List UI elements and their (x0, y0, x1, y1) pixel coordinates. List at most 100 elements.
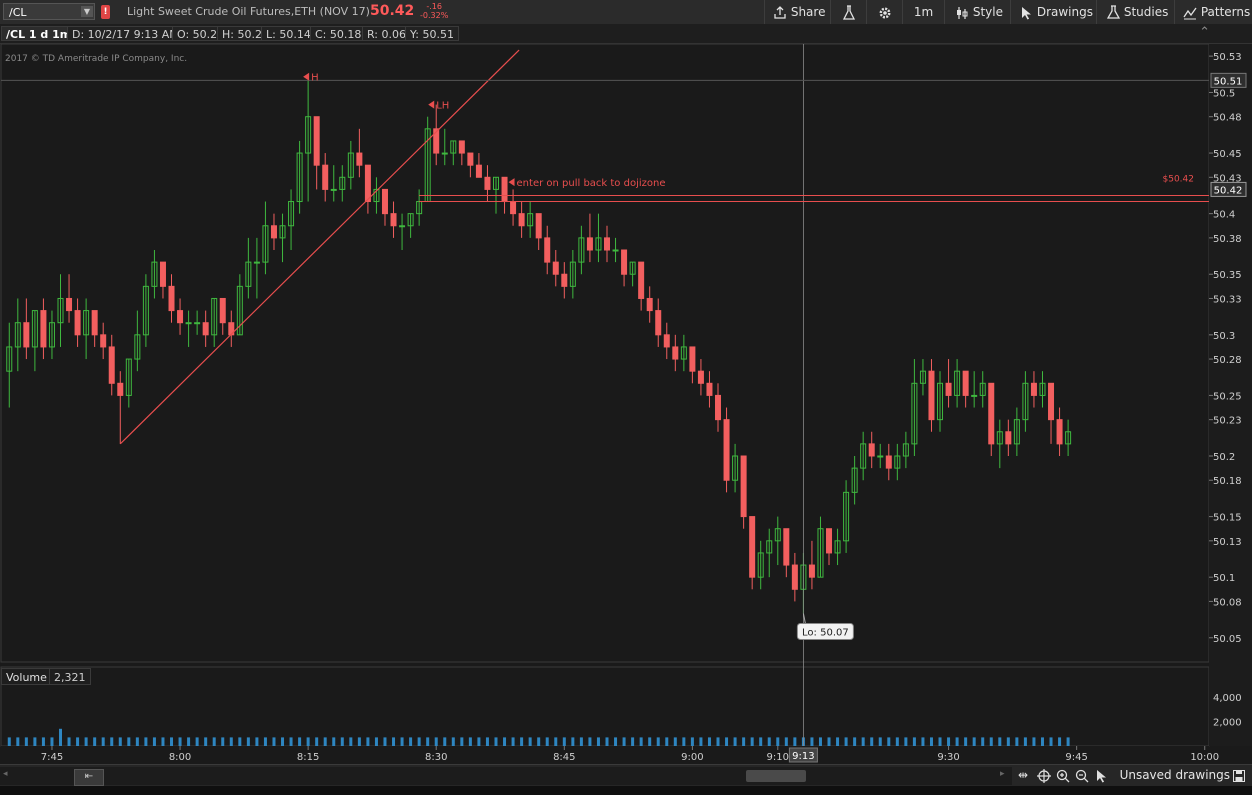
candle-body (945, 382, 952, 396)
price-tick-label: 50.15 (1213, 513, 1242, 524)
volume-bar (1058, 737, 1062, 746)
price-tick-label: 50.28 (1213, 355, 1242, 366)
crosshair-time-label: 9:13 (792, 751, 814, 762)
y-readout: Y: 50.51 (405, 26, 459, 41)
symbol-input[interactable]: /CL ▼ (3, 3, 95, 20)
volume-bar (912, 737, 916, 746)
cursor-icon (1022, 6, 1031, 19)
volume-bar (596, 737, 600, 746)
high-marker-label: H (311, 73, 319, 84)
flask-icon (1106, 5, 1121, 19)
candle-body (467, 152, 474, 166)
volume-bar (118, 737, 122, 746)
time-tick-label: 8:15 (297, 752, 319, 763)
candle-body (194, 322, 201, 325)
drawings-button[interactable]: Drawings (1010, 0, 1096, 24)
candle-body (159, 261, 166, 287)
time-scrollbar[interactable]: ◂ ⇤ ▸ (0, 767, 1012, 786)
volume-bar (33, 737, 37, 746)
scroll-left-icon[interactable]: ◂ (3, 769, 8, 779)
volume-bar (972, 737, 976, 746)
volume-tick-label: 2,000 (1213, 717, 1242, 728)
candle-body (646, 297, 653, 312)
reset-scroll-button[interactable]: ⇤ (74, 769, 104, 786)
price-tick-label: 50.45 (1213, 149, 1242, 160)
candle-body (715, 394, 722, 421)
collapse-icon[interactable]: ⌃ (1199, 25, 1210, 40)
volume-bar (468, 737, 472, 746)
volume-bar (212, 737, 216, 746)
volume-bar (357, 737, 361, 746)
volume-bar (1032, 737, 1036, 746)
volume-bar (135, 737, 139, 746)
patterns-button[interactable]: Patterns (1174, 0, 1252, 24)
volume-bar (673, 737, 677, 746)
scroll-thumb[interactable] (746, 770, 806, 782)
flask-icon (842, 4, 855, 20)
volume-bar (964, 737, 968, 746)
candle-body (168, 285, 175, 312)
volume-bar (947, 737, 951, 746)
volume-bar (477, 737, 481, 746)
candle-body (185, 322, 192, 325)
unsaved-drawings-label[interactable]: Unsaved drawings (1120, 768, 1230, 782)
candle-body (23, 322, 30, 348)
volume-bar (929, 737, 933, 746)
volume-bar (955, 737, 959, 746)
crosshair-icon[interactable] (1037, 769, 1051, 783)
share-button[interactable]: Share (764, 0, 830, 24)
scroll-right-icon[interactable]: ▸ (1000, 769, 1005, 779)
volume-bar (759, 737, 763, 746)
taskbar-strip (0, 786, 1252, 795)
save-icon[interactable] (1233, 770, 1245, 782)
open-readout: O: 50.2 (172, 26, 223, 41)
interval-button[interactable]: 1m (902, 0, 944, 24)
volume-bar (895, 737, 899, 746)
volume-bar (76, 737, 80, 746)
time-tick-label: 9:10 (767, 752, 789, 763)
zoom-in-icon[interactable] (1056, 769, 1070, 783)
candle-body (202, 322, 209, 336)
volume-bar (306, 737, 310, 746)
zoom-out-icon[interactable] (1075, 769, 1089, 783)
volume-bar (7, 737, 11, 746)
copyright-text: 2017 © TD Ameritrade IP Company, Inc. (5, 54, 187, 64)
range-readout: R: 0.06 (362, 26, 411, 41)
volume-bar (571, 737, 575, 746)
volume-bar (639, 737, 643, 746)
chart-id[interactable]: /CL 1 d 1m (1, 26, 77, 41)
candle-body (399, 225, 406, 228)
volume-bar (648, 737, 652, 746)
price-tick-label: 50.05 (1213, 634, 1242, 645)
settings-button[interactable] (866, 0, 902, 24)
volume-bar (144, 737, 148, 746)
candle-body (604, 237, 610, 251)
share-label: Share (790, 5, 826, 19)
volume-tick-label: 4,000 (1213, 693, 1242, 704)
expand-horizontal-icon[interactable]: ⇹ (1018, 768, 1028, 782)
price-tick-label: 50.1 (1213, 573, 1235, 584)
flask-button[interactable] (830, 0, 866, 24)
volume-bar (451, 737, 455, 746)
time-tick-label: 9:45 (1065, 752, 1087, 763)
candle-body (108, 346, 115, 384)
volume-bar (289, 737, 293, 746)
price-tick-label: 50.18 (1213, 476, 1242, 487)
volume-bar (443, 737, 447, 746)
price-chart[interactable]: 2017 © TD Ameritrade IP Company, Inc. 50.… (0, 0, 1252, 795)
volume-bar (238, 737, 242, 746)
time-tick-label: 8:45 (553, 752, 575, 763)
chevron-down-icon[interactable]: ▼ (81, 6, 93, 17)
last-price: 50.42 (370, 3, 415, 19)
volume-bar (554, 737, 558, 746)
patterns-icon (1183, 7, 1197, 19)
volume-bar (460, 737, 464, 746)
pointer-icon[interactable] (1096, 769, 1108, 783)
volume-bar (323, 737, 327, 746)
studies-button[interactable]: Studies (1096, 0, 1174, 24)
volume-bar (272, 737, 276, 746)
style-button[interactable]: Style (944, 0, 1010, 24)
alert-icon[interactable]: ! (101, 5, 110, 19)
price-tick-label: 50.3 (1213, 331, 1235, 342)
volume-bar (622, 737, 626, 746)
